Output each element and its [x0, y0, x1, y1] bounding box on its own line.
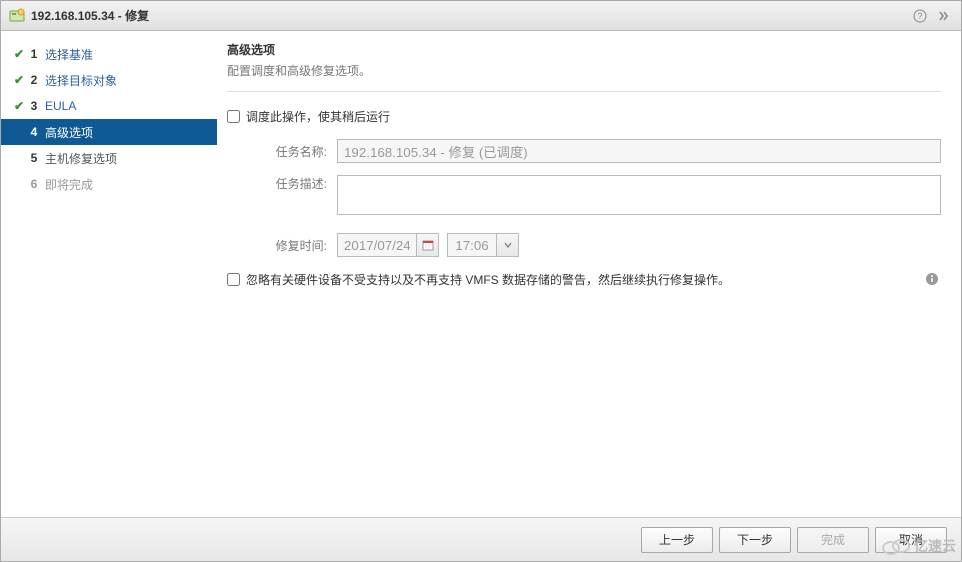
task-name-row: 任务名称: — [227, 139, 941, 163]
main-panel: 高级选项 配置调度和高级修复选项。 调度此操作，使其稍后运行 任务名称: 任务描… — [217, 31, 961, 517]
dialog-title: 192.168.105.34 - 修复 — [31, 7, 149, 24]
task-desc-input[interactable] — [337, 175, 941, 215]
time-input[interactable] — [447, 233, 497, 257]
task-desc-row: 任务描述: — [227, 175, 941, 215]
task-name-input[interactable] — [337, 139, 941, 163]
help-icon[interactable]: ? — [911, 7, 929, 25]
section-title: 高级选项 — [227, 41, 941, 58]
calendar-icon[interactable] — [417, 233, 439, 257]
step-host-repair-options[interactable]: 5 主机修复选项 — [1, 145, 217, 171]
task-desc-label: 任务描述: — [227, 175, 327, 192]
section-desc: 配置调度和高级修复选项。 — [227, 62, 941, 79]
step-advanced-options[interactable]: 4 高级选项 — [1, 119, 217, 145]
finish-button: 完成 — [797, 527, 869, 553]
back-button[interactable]: 上一步 — [641, 527, 713, 553]
task-name-label: 任务名称: — [227, 143, 327, 160]
step-select-target[interactable]: ✔ 2 选择目标对象 — [1, 67, 217, 93]
ignore-warning-checkbox[interactable] — [227, 273, 240, 286]
next-button[interactable]: 下一步 — [719, 527, 791, 553]
step-label: 选择目标对象 — [45, 72, 117, 89]
app-icon — [9, 8, 25, 24]
wizard-sidebar: ✔ 1 选择基准 ✔ 2 选择目标对象 ✔ 3 EULA 4 高级选项 5 — [1, 31, 217, 517]
cancel-button[interactable]: 取消 — [875, 527, 947, 553]
step-number: 2 — [27, 73, 41, 87]
check-icon: ✔ — [11, 47, 27, 61]
step-label: 主机修复选项 — [45, 150, 117, 167]
titlebar: 192.168.105.34 - 修复 ? — [1, 1, 961, 31]
step-number: 1 — [27, 47, 41, 61]
info-icon[interactable] — [925, 271, 941, 287]
step-number: 4 — [27, 125, 41, 139]
step-label: 高级选项 — [45, 124, 93, 141]
check-icon: ✔ — [11, 73, 27, 87]
schedule-checkbox-label: 调度此操作，使其稍后运行 — [246, 108, 390, 125]
time-dropdown-icon[interactable] — [497, 233, 519, 257]
expand-icon[interactable] — [935, 7, 953, 25]
date-input[interactable] — [337, 233, 417, 257]
step-label: 即将完成 — [45, 176, 93, 193]
step-label: EULA — [45, 99, 76, 113]
step-label: 选择基准 — [45, 46, 93, 63]
step-number: 5 — [27, 151, 41, 165]
step-number: 3 — [27, 99, 41, 113]
footer: 上一步 下一步 完成 取消 — [1, 517, 961, 561]
step-number: 6 — [27, 177, 41, 191]
svg-text:?: ? — [917, 11, 922, 21]
repair-time-row: 修复时间: — [227, 233, 941, 257]
check-icon: ✔ — [11, 99, 27, 113]
step-ready-complete: 6 即将完成 — [1, 171, 217, 197]
ignore-warning-label: 忽略有关硬件设备不受支持以及不再支持 VMFS 数据存储的警告，然后继续执行修复… — [246, 271, 925, 288]
step-eula[interactable]: ✔ 3 EULA — [1, 93, 217, 119]
ignore-warning-row: 忽略有关硬件设备不受支持以及不再支持 VMFS 数据存储的警告，然后继续执行修复… — [227, 271, 941, 288]
step-select-baseline[interactable]: ✔ 1 选择基准 — [1, 41, 217, 67]
repair-time-label: 修复时间: — [227, 237, 327, 254]
schedule-checkbox-row: 调度此操作，使其稍后运行 — [227, 108, 941, 125]
schedule-checkbox[interactable] — [227, 110, 240, 123]
divider — [227, 91, 941, 92]
